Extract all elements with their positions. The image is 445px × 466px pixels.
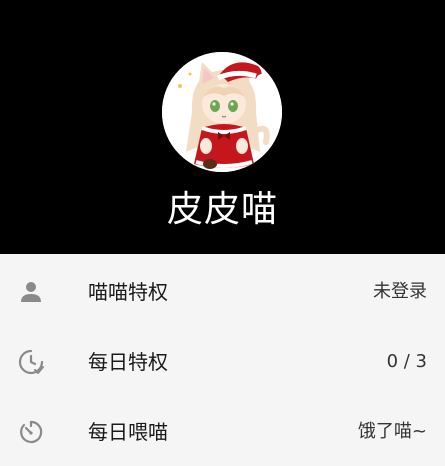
menu-item-daily-privilege[interactable]: 每日特权 0 / 3 [0,326,445,396]
avatar-image [162,52,282,172]
menu-item-label: 每日特权 [88,350,168,374]
username: 皮皮喵 [166,189,278,230]
menu-list: 喵喵特权 未登录 每日特权 0 / 3 每日喂喵 饿了喵~ [0,254,445,453]
person-icon [17,278,45,306]
menu-item-label: 喵喵特权 [88,280,168,304]
timer-icon [17,418,45,446]
menu-item-label: 每日喂喵 [88,420,168,444]
menu-item-daily-feed[interactable]: 每日喂喵 饿了喵~ [0,396,445,466]
menu-item-value: 饿了喵~ [357,421,427,442]
menu-item-miaomiao-privilege[interactable]: 喵喵特权 未登录 [0,256,445,326]
menu-item-value: 未登录 [373,281,427,302]
menu-item-value: 0 / 3 [386,351,427,372]
clock-check-icon [17,348,45,376]
profile-header: 皮皮喵 [0,0,445,254]
avatar[interactable] [162,52,282,172]
